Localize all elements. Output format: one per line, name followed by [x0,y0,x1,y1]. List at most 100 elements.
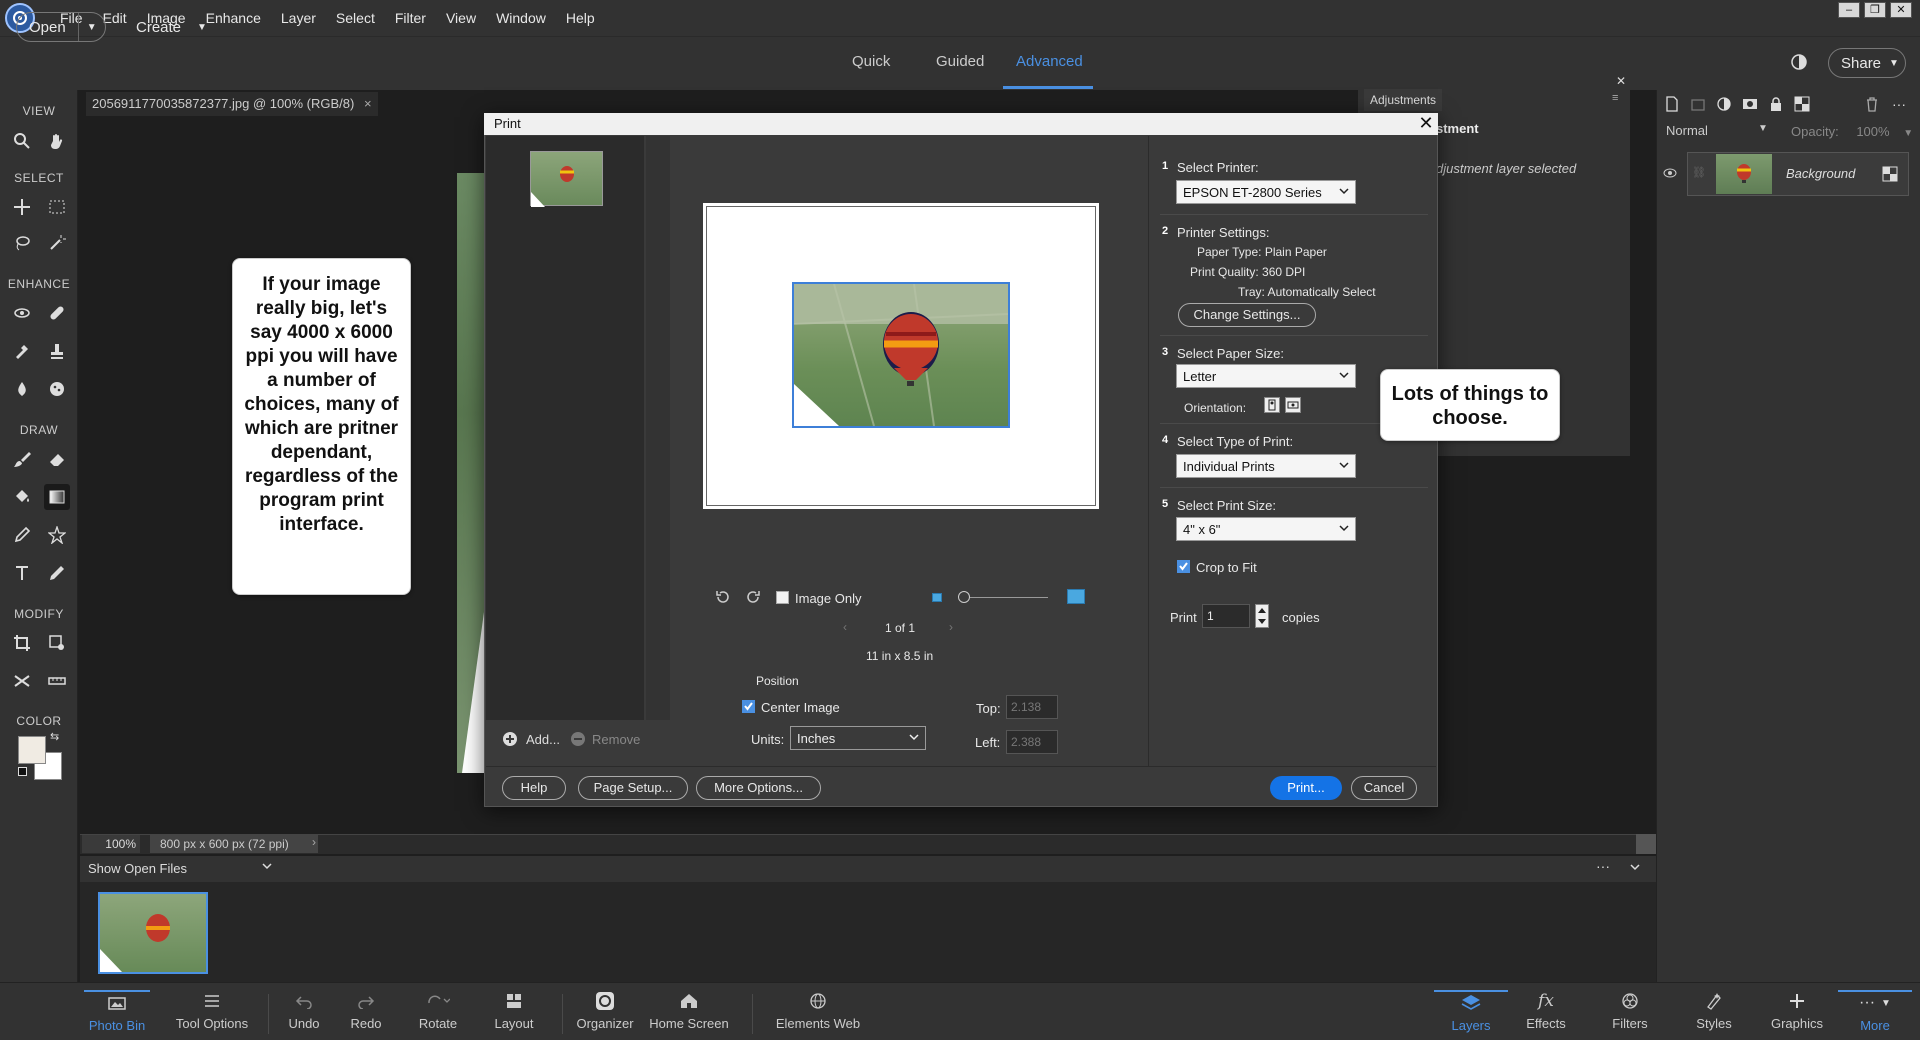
print-thumbnail[interactable] [530,151,603,207]
image-only-checkbox[interactable] [776,591,789,604]
document-tab[interactable]: 2056911770035872377.jpg @ 100% (RGB/8) × [86,92,378,116]
taskbar-graphics[interactable]: Graphics [1766,990,1828,1038]
new-layer-icon[interactable] [1664,96,1680,112]
menu-view[interactable]: View [436,0,486,36]
zoom-slider-handle[interactable] [958,591,970,603]
panel-menu-icon[interactable]: ≡ [1612,92,1618,104]
copies-stepper[interactable] [1255,604,1269,628]
adjustments-tab[interactable]: Adjustments [1364,89,1442,111]
photo-bin-thumbnail[interactable] [98,892,208,974]
eyedropper-icon[interactable] [9,522,35,548]
lock-icon[interactable] [1768,96,1784,112]
type-icon[interactable] [9,560,35,586]
lock-transparency-icon[interactable] [1794,96,1810,112]
add-icon[interactable] [502,731,518,747]
taskbar-more[interactable]: ··· ▼ More [1838,990,1912,1038]
more-options-icon[interactable]: ··· [1892,96,1906,112]
magic-wand-icon[interactable] [44,230,70,256]
print-preview-image[interactable] [792,282,1010,428]
crop-icon[interactable] [9,630,35,656]
taskbar-organizer[interactable]: Organizer [572,990,638,1038]
blur-icon[interactable] [9,376,35,402]
recompose-icon[interactable] [44,630,70,656]
taskbar-photo-bin[interactable]: Photo Bin [84,990,150,1038]
menu-layer[interactable]: Layer [271,0,326,36]
landscape-orientation-icon[interactable] [1285,397,1301,413]
add-button[interactable]: Add... [526,732,560,747]
taskbar-tool-options[interactable]: Tool Options [172,990,252,1038]
clone-stamp-icon[interactable] [44,338,70,364]
units-select[interactable]: Inches [790,726,926,750]
cancel-button[interactable]: Cancel [1351,776,1417,800]
close-window-button[interactable]: ✕ [1890,2,1912,18]
remove-icon[interactable] [570,731,586,747]
straighten-icon[interactable] [44,668,70,694]
next-page-icon[interactable]: › [949,620,953,634]
open-button[interactable]: Open ▼ [16,12,106,42]
remove-button[interactable]: Remove [592,732,640,747]
taskbar-layout[interactable]: Layout [492,990,536,1038]
share-button[interactable]: Share ▼ [1828,48,1906,78]
taskbar-filters[interactable]: Filters [1602,990,1658,1038]
new-group-icon[interactable] [1690,96,1706,112]
taskbar-effects[interactable]: fx Effects [1518,990,1574,1038]
gradient-icon[interactable] [44,484,70,510]
marquee-icon[interactable] [44,194,70,220]
pencil-icon[interactable] [44,560,70,586]
red-eye-icon[interactable] [9,300,35,326]
print-button[interactable]: Print... [1270,776,1342,800]
layer-style-icon[interactable] [1882,166,1898,182]
chevron-down-icon[interactable] [1630,862,1640,872]
minimize-button[interactable]: – [1838,2,1860,18]
more-options-button[interactable]: More Options... [696,776,821,800]
lasso-icon[interactable] [9,230,35,256]
printer-select[interactable]: EPSON ET-2800 Series [1176,180,1356,204]
blend-mode-select[interactable]: Normal ▼ [1666,123,1776,138]
create-button[interactable]: Create ▼ [124,12,214,42]
adjustment-layer-icon[interactable] [1716,96,1732,112]
menu-select[interactable]: Select [326,0,385,36]
zoom-large-icon[interactable] [1067,589,1085,604]
help-button[interactable]: Help [502,776,566,800]
taskbar-layers[interactable]: Layers [1434,990,1508,1038]
eraser-icon[interactable] [44,446,70,472]
thumbnail-scrollbar[interactable] [646,136,670,720]
taskbar-rotate[interactable]: Rotate [414,990,462,1038]
zoom-level[interactable]: 100% [82,835,140,853]
default-colors-icon[interactable] [18,767,27,776]
visibility-eye-icon[interactable] [1663,168,1677,178]
taskbar-undo[interactable]: Undo [282,990,326,1038]
more-options-icon[interactable]: ··· [1596,858,1610,874]
print-size-select[interactable]: 4" x 6" [1176,517,1356,541]
swap-colors-icon[interactable]: ⇆ [50,730,59,743]
zoom-icon[interactable] [9,128,35,154]
theme-toggle-icon[interactable] [1790,53,1808,71]
menu-help[interactable]: Help [556,0,605,36]
taskbar-elements-web[interactable]: Elements Web [772,990,864,1038]
zoom-slider-track[interactable] [962,597,1048,598]
rotate-right-icon[interactable] [744,588,762,606]
layer-mask-icon[interactable] [1742,96,1758,112]
print-type-select[interactable]: Individual Prints [1176,454,1356,478]
shape-icon[interactable] [44,522,70,548]
center-image-checkbox[interactable] [742,700,755,713]
tab-guided[interactable]: Guided [936,53,984,70]
taskbar-styles[interactable]: Styles [1688,990,1740,1038]
copies-input[interactable]: 1 [1202,604,1250,628]
paint-bucket-icon[interactable] [9,484,35,510]
tab-quick[interactable]: Quick [852,53,890,70]
healing-brush-icon[interactable] [44,300,70,326]
brush-icon[interactable] [9,446,35,472]
close-icon[interactable]: × [364,96,372,111]
restore-button[interactable]: ❐ [1864,2,1886,18]
trash-icon[interactable] [1864,96,1880,112]
prev-page-icon[interactable]: ‹ [843,620,847,634]
chevron-down-icon[interactable] [262,861,272,871]
page-setup-button[interactable]: Page Setup... [578,776,688,800]
menu-filter[interactable]: Filter [385,0,436,36]
taskbar-redo[interactable]: Redo [344,990,388,1038]
crop-to-fit-checkbox[interactable] [1177,560,1190,573]
opacity-control[interactable]: Opacity: 100% ▼ [1791,124,1913,139]
rotate-left-icon[interactable] [714,588,732,606]
chevron-down-icon[interactable]: ▼ [79,22,97,33]
